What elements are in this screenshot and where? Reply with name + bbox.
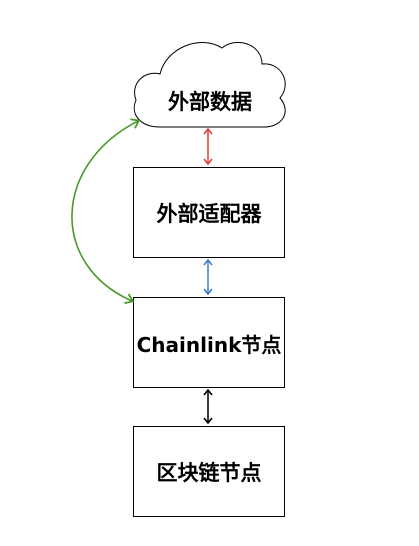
blockchain-label: 区块链节点 bbox=[156, 461, 262, 485]
arrow-cloud-chainlink bbox=[71, 118, 141, 305]
adapter-label: 外部适配器 bbox=[156, 202, 262, 226]
cloud-label: 外部数据 bbox=[168, 90, 252, 114]
chainlink-label: Chainlink节点 bbox=[136, 332, 282, 357]
